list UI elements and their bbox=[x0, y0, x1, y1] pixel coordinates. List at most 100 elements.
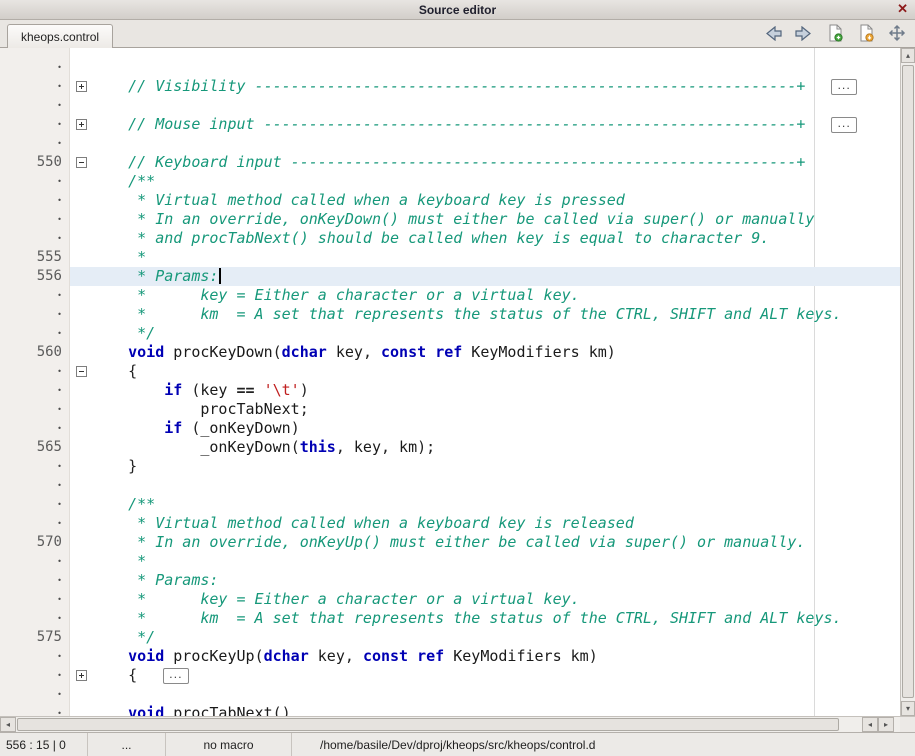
split-view-icon bbox=[888, 24, 906, 42]
tab-kheops-control[interactable]: kheops.control bbox=[7, 24, 113, 48]
code-line[interactable]: • * and procTabNext() should be called w… bbox=[0, 229, 900, 248]
gutter-dot: • bbox=[0, 704, 70, 716]
horizontal-scrollbar[interactable]: ◂ ◂ ▸ bbox=[0, 716, 900, 732]
code-text: // Visibility --------------------------… bbox=[92, 77, 900, 96]
fold-margin[interactable] bbox=[70, 666, 92, 685]
code-line[interactable]: 575 */ bbox=[0, 628, 900, 647]
scroll-left-arrow-icon[interactable]: ◂ bbox=[0, 717, 16, 732]
code-text: * Params: bbox=[92, 267, 900, 286]
code-text: // Keyboard input ----------------------… bbox=[92, 153, 900, 172]
code-line[interactable]: • bbox=[0, 58, 900, 77]
code-text: * key = Either a character or a virtual … bbox=[92, 286, 900, 305]
nav-back-button[interactable] bbox=[763, 24, 783, 42]
horizontal-scroll-thumb[interactable] bbox=[17, 718, 839, 731]
code-text bbox=[92, 58, 900, 77]
nav-forward-button[interactable] bbox=[794, 24, 814, 42]
code-line[interactable]: • if (_onKeyDown) bbox=[0, 419, 900, 438]
code-text: /** bbox=[92, 172, 900, 191]
code-line[interactable]: 556 * Params: bbox=[0, 267, 900, 286]
fold-margin bbox=[70, 476, 92, 495]
fold-collapse-icon[interactable] bbox=[76, 157, 87, 168]
document-new-button[interactable] bbox=[825, 24, 845, 42]
code-text: // Mouse input -------------------------… bbox=[92, 115, 900, 134]
collapsed-fold-ellipsis[interactable]: ... bbox=[163, 668, 189, 684]
code-line[interactable]: • /** bbox=[0, 172, 900, 191]
code-line[interactable]: • void procKeyUp(dchar key, const ref Ke… bbox=[0, 647, 900, 666]
scrollbar-corner bbox=[900, 716, 915, 732]
code-line[interactable]: • // Visibility ------------------------… bbox=[0, 77, 900, 96]
code-line[interactable]: • {... bbox=[0, 666, 900, 685]
code-line[interactable]: • * Virtual method called when a keyboar… bbox=[0, 514, 900, 533]
code-line[interactable]: • // Mouse input -----------------------… bbox=[0, 115, 900, 134]
horizontal-scrollbar-row: ◂ ◂ ▸ bbox=[0, 716, 915, 732]
vertical-scrollbar[interactable]: ▴ ▾ bbox=[900, 48, 915, 716]
code-line[interactable]: • * Params: bbox=[0, 571, 900, 590]
fold-expand-icon[interactable] bbox=[76, 670, 87, 681]
document-save-button[interactable] bbox=[856, 24, 876, 42]
fold-collapse-icon[interactable] bbox=[76, 366, 87, 377]
code-line[interactable]: • * Virtual method called when a keyboar… bbox=[0, 191, 900, 210]
code-line[interactable]: • * key = Either a character or a virtua… bbox=[0, 590, 900, 609]
code-line[interactable]: 555 * bbox=[0, 248, 900, 267]
code-text: * km = A set that represents the status … bbox=[92, 609, 900, 628]
close-icon[interactable]: ✕ bbox=[897, 1, 908, 17]
code-text: /** bbox=[92, 495, 900, 514]
gutter-line-number: 550 bbox=[0, 153, 70, 172]
fold-margin bbox=[70, 704, 92, 716]
code-line[interactable]: • void procTabNext() bbox=[0, 704, 900, 716]
scroll-down-arrow-icon[interactable]: ▾ bbox=[901, 701, 915, 716]
code-text: * In an override, onKeyUp() must either … bbox=[92, 533, 900, 552]
gutter-dot: • bbox=[0, 229, 70, 248]
code-line[interactable]: • bbox=[0, 96, 900, 115]
code-line[interactable]: 550 // Keyboard input ------------------… bbox=[0, 153, 900, 172]
code-line[interactable]: • /** bbox=[0, 495, 900, 514]
code-line[interactable]: 560 void procKeyDown(dchar key, const re… bbox=[0, 343, 900, 362]
tab-label: kheops.control bbox=[21, 30, 99, 44]
gutter-dot: • bbox=[0, 647, 70, 666]
code-line[interactable]: • * key = Either a character or a virtua… bbox=[0, 286, 900, 305]
collapsed-fold-ellipsis[interactable]: ... bbox=[831, 79, 857, 95]
code-editor[interactable]: •• // Visibility -----------------------… bbox=[0, 48, 900, 716]
fold-margin[interactable] bbox=[70, 362, 92, 381]
titlebar[interactable]: Source editor ✕ bbox=[0, 0, 915, 20]
code-line[interactable]: • { bbox=[0, 362, 900, 381]
code-text: procTabNext; bbox=[92, 400, 900, 419]
code-line[interactable]: • bbox=[0, 476, 900, 495]
code-line[interactable]: • * km = A set that represents the statu… bbox=[0, 609, 900, 628]
fold-margin bbox=[70, 324, 92, 343]
code-line[interactable]: • bbox=[0, 134, 900, 153]
scroll-up-arrow-icon[interactable]: ▴ bbox=[901, 48, 915, 63]
vertical-scroll-thumb[interactable] bbox=[902, 65, 914, 698]
code-line[interactable]: • * In an override, onKeyDown() must eit… bbox=[0, 210, 900, 229]
code-line[interactable]: • bbox=[0, 685, 900, 704]
fold-margin bbox=[70, 172, 92, 191]
scroll-left-arrow-icon-2[interactable]: ◂ bbox=[862, 717, 878, 732]
code-line[interactable]: • */ bbox=[0, 324, 900, 343]
gutter-dot: • bbox=[0, 134, 70, 153]
gutter-dot: • bbox=[0, 514, 70, 533]
code-line[interactable]: 565 _onKeyDown(this, key, km); bbox=[0, 438, 900, 457]
fold-margin bbox=[70, 590, 92, 609]
split-view-button[interactable] bbox=[887, 24, 907, 42]
fold-margin[interactable] bbox=[70, 115, 92, 134]
collapsed-fold-ellipsis[interactable]: ... bbox=[831, 117, 857, 133]
code-line[interactable]: • } bbox=[0, 457, 900, 476]
source-editor-window: Source editor ✕ kheops.control bbox=[0, 0, 915, 756]
fold-margin[interactable] bbox=[70, 153, 92, 172]
scroll-right-arrow-icon[interactable]: ▸ bbox=[878, 717, 894, 732]
fold-expand-icon[interactable] bbox=[76, 81, 87, 92]
gutter-dot: • bbox=[0, 400, 70, 419]
code-line[interactable]: • * bbox=[0, 552, 900, 571]
gutter-dot: • bbox=[0, 115, 70, 134]
nav-forward-icon bbox=[794, 26, 814, 41]
code-text bbox=[92, 96, 900, 115]
gutter-dot: • bbox=[0, 96, 70, 115]
code-line[interactable]: • * km = A set that represents the statu… bbox=[0, 305, 900, 324]
code-line[interactable]: 570 * In an override, onKeyUp() must eit… bbox=[0, 533, 900, 552]
fold-expand-icon[interactable] bbox=[76, 119, 87, 130]
code-line[interactable]: • if (key == '\t') bbox=[0, 381, 900, 400]
gutter-dot: • bbox=[0, 305, 70, 324]
code-line[interactable]: • procTabNext; bbox=[0, 400, 900, 419]
caret-position: 556 : 15 | 0 bbox=[0, 733, 88, 756]
fold-margin[interactable] bbox=[70, 77, 92, 96]
